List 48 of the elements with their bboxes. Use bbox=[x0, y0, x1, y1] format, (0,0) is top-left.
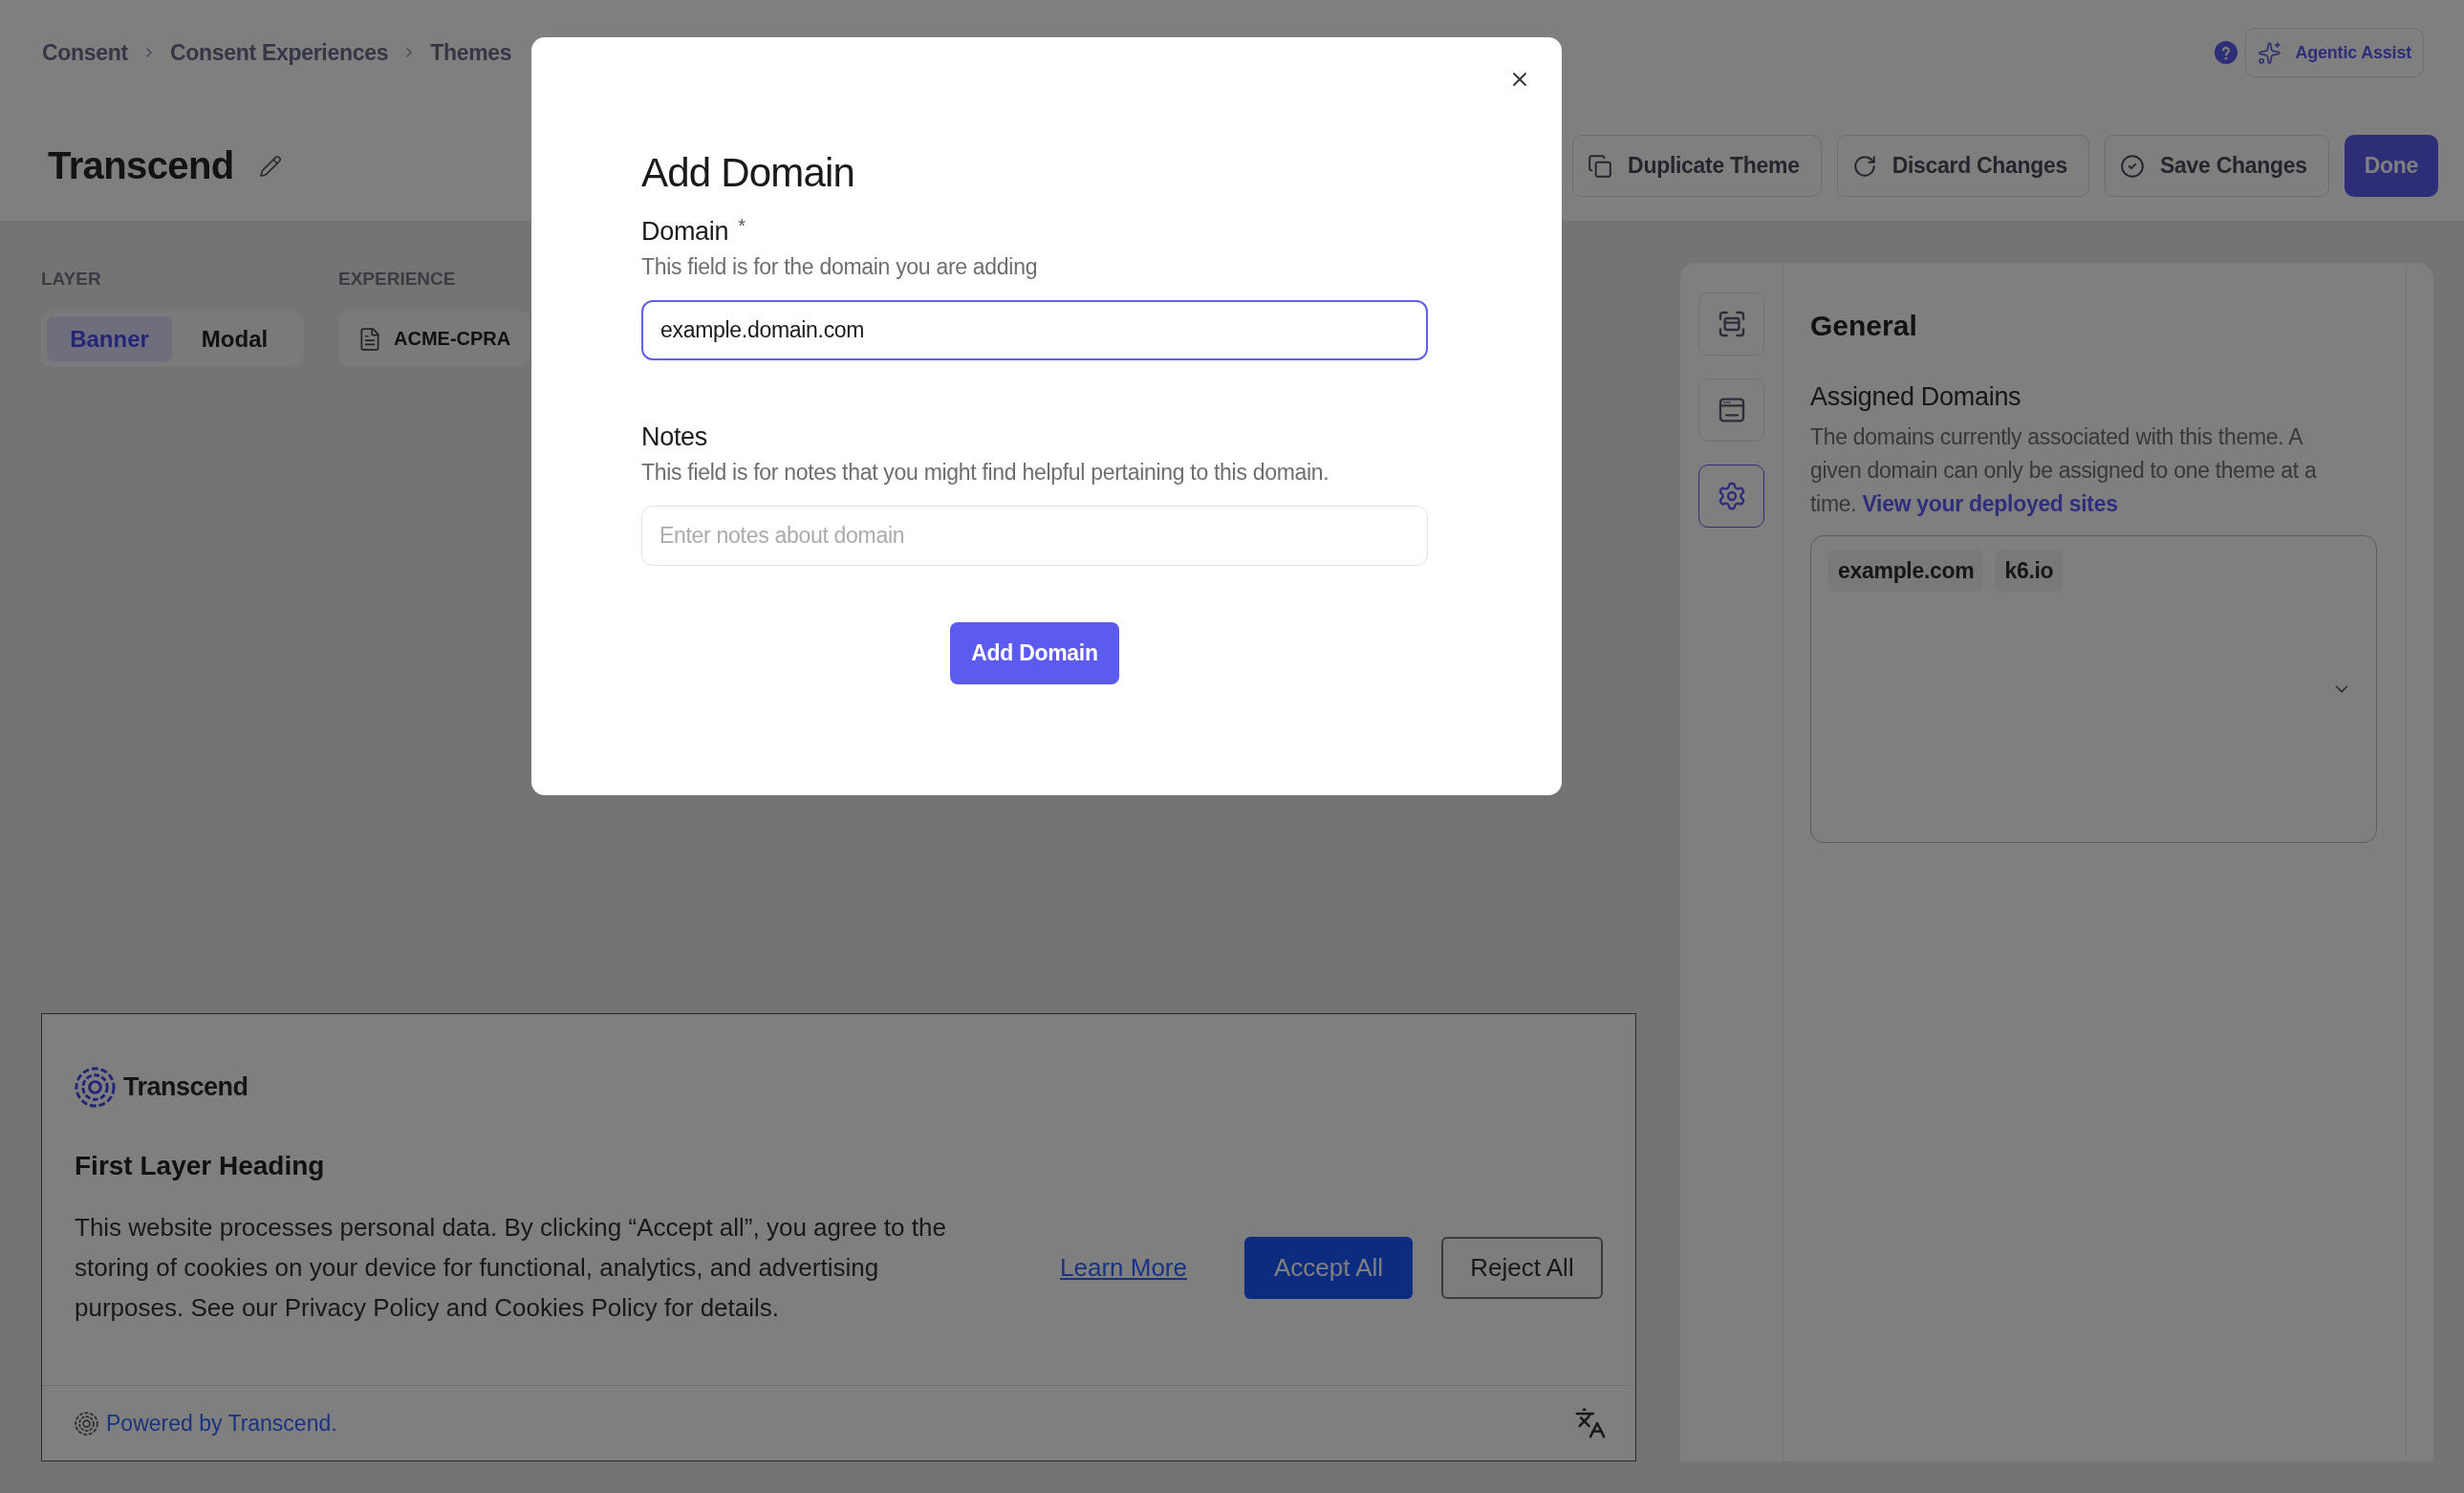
field-label: Domain bbox=[641, 216, 729, 248]
breadcrumb-link[interactable]: Themes bbox=[430, 39, 512, 66]
breadcrumb-link[interactable]: Consent Experiences bbox=[169, 39, 389, 66]
primary-button[interactable]: Done bbox=[2344, 135, 2438, 197]
section-description: The domains currently associated with this theme. A given domain can only be assigned to one theme at a time. View your deployed sites bbox=[1810, 423, 2318, 518]
document-icon bbox=[357, 326, 382, 352]
logo-text: Transcend bbox=[123, 1072, 249, 1102]
copy-icon bbox=[1588, 153, 1613, 179]
help-icon[interactable] bbox=[2215, 41, 2238, 64]
field-label: Notes bbox=[641, 422, 708, 453]
deployed-sites-link[interactable]: View your deployed sites bbox=[1862, 491, 2118, 516]
banner-text: This website processes personal data. By clicking “Accept all”, you agree to the storing of cookies on your device for functional, analytics, and advertising purposes. See our Privacy Policy and Cookies Policy for details. bbox=[75, 1212, 947, 1324]
reject-button[interactable]: Reject All bbox=[1441, 1236, 1603, 1299]
accept-button[interactable]: Accept All bbox=[1244, 1236, 1413, 1299]
banner-heading: First Layer Heading bbox=[75, 1150, 326, 1182]
domains-select[interactable]: example.com k6.io bbox=[1810, 535, 2377, 843]
learn-more-link[interactable]: Learn More bbox=[1060, 1252, 1187, 1283]
powered-by-link[interactable]: Powered by Transcend. bbox=[106, 1410, 337, 1437]
domain-tag: k6.io bbox=[1995, 550, 2064, 592]
required-mark: * bbox=[738, 215, 746, 236]
domain-tag: example.com bbox=[1828, 550, 1984, 592]
toolbar-button[interactable]: Save Changes bbox=[2105, 135, 2329, 197]
translate-icon[interactable] bbox=[1574, 1407, 1607, 1439]
sparkles-icon bbox=[2258, 40, 2282, 65]
page-title: Transcend bbox=[48, 144, 234, 187]
field-help-text: This field is for the domain you are adding bbox=[641, 253, 1039, 281]
field-help-text: This field is for notes that you might find helpful pertaining to this domain. bbox=[641, 459, 1330, 487]
toolbar-button[interactable]: Duplicate Theme bbox=[1572, 135, 1822, 197]
layer-option[interactable]: Banner bbox=[47, 316, 172, 361]
check-circle-icon bbox=[2120, 153, 2146, 179]
logo-icon bbox=[75, 1067, 116, 1108]
pencil-icon[interactable] bbox=[258, 154, 282, 178]
text-input[interactable]: example.domain.com bbox=[641, 300, 1428, 360]
add-domain-button[interactable]: Add Domain bbox=[950, 622, 1119, 684]
breadcrumb-link[interactable]: Consent bbox=[42, 39, 128, 66]
section-title: Assigned Domains bbox=[1810, 381, 2022, 412]
layer-option[interactable]: Modal bbox=[172, 316, 297, 361]
agentic-assist-button[interactable]: Agentic Assist bbox=[2245, 28, 2424, 77]
toolbar-button[interactable]: Discard Changes bbox=[1836, 135, 2090, 197]
logo-icon bbox=[75, 1411, 98, 1436]
experience-label: EXPERIENCE bbox=[338, 268, 457, 290]
panel-tab[interactable] bbox=[1698, 465, 1764, 528]
refresh-icon bbox=[1851, 153, 1877, 179]
panel-title: General bbox=[1810, 309, 1918, 343]
text-input[interactable]: Enter notes about domain bbox=[641, 506, 1428, 566]
experience-select[interactable]: ACME-CPRA bbox=[338, 311, 530, 367]
dialog-title: Add Domain bbox=[641, 149, 856, 197]
layer-label: LAYER bbox=[41, 268, 102, 290]
